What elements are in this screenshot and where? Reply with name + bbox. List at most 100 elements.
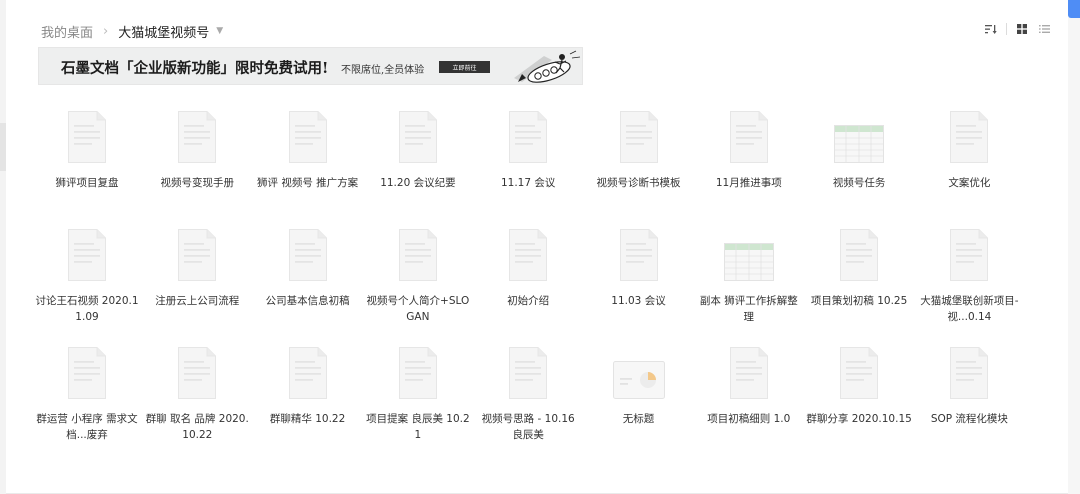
- file-item[interactable]: 视频号个人简介+SLOGAN: [362, 229, 474, 325]
- file-name: 项目提案 良辰美 10.21: [366, 413, 470, 441]
- document-icon: [141, 347, 253, 403]
- file-name: 副本 狮评工作拆解整理: [699, 295, 798, 323]
- file-name: 公司基本信息初稿: [265, 295, 350, 307]
- file-name: 项目初稿细则 1.0: [707, 413, 791, 425]
- banner-title: 石墨文档「企业版新功能」限时免费试用!: [61, 60, 329, 77]
- spreadsheet-icon: [693, 243, 805, 285]
- file-name: 项目策划初稿 10.25: [810, 295, 908, 307]
- document-icon: [362, 111, 474, 167]
- file-item[interactable]: 大猫城堡联创新项目-视...0.14: [913, 229, 1025, 325]
- file-item[interactable]: 初始介绍: [472, 229, 584, 309]
- document-icon: [31, 111, 143, 167]
- file-name: 11.03 会议: [611, 295, 666, 307]
- document-icon: [693, 347, 805, 403]
- document-icon: [803, 347, 915, 403]
- file-name: 群运营 小程序 需求文档...废弃: [36, 413, 138, 441]
- grid-view-icon[interactable]: [1015, 22, 1029, 36]
- right-scrollbar-track[interactable]: [1068, 0, 1080, 494]
- file-item[interactable]: 11.03 会议: [583, 229, 695, 309]
- spreadsheet-icon: [803, 125, 915, 167]
- file-name: 群聊精华 10.22: [269, 413, 346, 425]
- document-icon: [913, 347, 1025, 403]
- file-item[interactable]: 副本 狮评工作拆解整理: [693, 243, 805, 325]
- file-name: 视频号任务: [832, 177, 886, 189]
- file-item[interactable]: 视频号思路 - 10.16 良辰美: [472, 347, 584, 443]
- document-icon: [472, 347, 584, 403]
- document-icon: [913, 229, 1025, 285]
- document-icon: [31, 229, 143, 285]
- file-item[interactable]: 群聊分享 2020.10.15: [803, 347, 915, 427]
- document-icon: [362, 229, 474, 285]
- file-item[interactable]: 项目提案 良辰美 10.21: [362, 347, 474, 443]
- file-name: 视频号诊断书模板: [596, 177, 681, 189]
- file-name: 群聊 取名 品牌 2020.10.22: [145, 413, 249, 441]
- file-item[interactable]: 文案优化: [913, 111, 1025, 191]
- file-name: 狮评 视频号 推广方案: [257, 177, 359, 189]
- file-name: 无标题: [622, 413, 655, 425]
- file-item[interactable]: 讨论王石视频 2020.11.09: [31, 229, 143, 325]
- document-icon: [472, 229, 584, 285]
- file-item[interactable]: 视频号任务: [803, 125, 915, 191]
- file-name: 大猫城堡联创新项目-视...0.14: [920, 295, 1019, 323]
- breadcrumb: 我的桌面 › 大猫城堡视频号 ▼: [41, 21, 223, 41]
- breadcrumb-current-folder: 大猫城堡视频号: [118, 25, 210, 41]
- document-icon: [141, 111, 253, 167]
- file-name: 视频号个人简介+SLOGAN: [366, 295, 470, 323]
- rocket-illustration-icon: [514, 50, 581, 83]
- document-icon: [141, 229, 253, 285]
- file-name: 视频号思路 - 10.16 良辰美: [481, 413, 575, 441]
- file-item[interactable]: 群聊精华 10.22: [252, 347, 364, 427]
- file-item[interactable]: 注册云上公司流程: [141, 229, 253, 309]
- presentation-icon: [583, 361, 695, 403]
- file-item[interactable]: 群聊 取名 品牌 2020.10.22: [141, 347, 253, 443]
- file-item[interactable]: 11.17 会议: [472, 111, 584, 191]
- file-item[interactable]: 项目策划初稿 10.25: [803, 229, 915, 309]
- sidebar-collapse-handle[interactable]: [0, 123, 6, 171]
- document-icon: [252, 347, 364, 403]
- document-icon: [31, 347, 143, 403]
- file-name: 注册云上公司流程: [155, 295, 240, 307]
- file-item[interactable]: 视频号变现手册: [141, 111, 253, 191]
- file-item[interactable]: 群运营 小程序 需求文档...废弃: [31, 347, 143, 443]
- list-view-icon[interactable]: [1037, 22, 1051, 36]
- file-item[interactable]: 11.20 会议纪要: [362, 111, 474, 191]
- file-name: 11.20 会议纪要: [380, 177, 456, 189]
- file-item[interactable]: 无标题: [583, 361, 695, 427]
- banner-subtitle: 不限席位,全员体验: [341, 65, 425, 76]
- document-icon: [583, 229, 695, 285]
- document-icon: [472, 111, 584, 167]
- toolbar-divider: [1006, 23, 1007, 35]
- file-item[interactable]: 11月推进事项: [693, 111, 805, 191]
- file-name: 初始介绍: [507, 295, 550, 307]
- view-toolbar: [984, 22, 1051, 36]
- promo-banner[interactable]: 石墨文档「企业版新功能」限时免费试用! 不限席位,全员体验 立即前往: [38, 47, 583, 85]
- file-item[interactable]: 项目初稿细则 1.0: [693, 347, 805, 427]
- file-name: 11月推进事项: [715, 177, 782, 189]
- folder-menu-caret-icon[interactable]: ▼: [216, 26, 223, 36]
- document-icon: [693, 111, 805, 167]
- file-name: SOP 流程化模块: [930, 413, 1008, 425]
- file-item[interactable]: 狮评项目复盘: [31, 111, 143, 191]
- document-icon: [803, 229, 915, 285]
- left-sidebar-strip: [0, 0, 6, 494]
- document-icon: [252, 229, 364, 285]
- file-name: 群聊分享 2020.10.15: [806, 413, 912, 425]
- file-item[interactable]: 公司基本信息初稿: [252, 229, 364, 309]
- document-icon: [362, 347, 474, 403]
- file-item[interactable]: SOP 流程化模块: [913, 347, 1025, 427]
- file-item[interactable]: 狮评 视频号 推广方案: [252, 111, 364, 191]
- breadcrumb-root-link[interactable]: 我的桌面: [41, 22, 93, 41]
- banner-cta-button[interactable]: 立即前往: [439, 61, 490, 73]
- corner-tab[interactable]: [1068, 0, 1080, 18]
- file-name: 讨论王石视频 2020.11.09: [35, 295, 139, 323]
- document-icon: [913, 111, 1025, 167]
- file-name: 狮评项目复盘: [55, 177, 119, 189]
- file-item[interactable]: 视频号诊断书模板: [583, 111, 695, 191]
- file-name: 文案优化: [948, 177, 991, 189]
- file-name: 视频号变现手册: [160, 177, 235, 189]
- sort-icon[interactable]: [984, 22, 998, 36]
- breadcrumb-separator: ›: [103, 23, 109, 39]
- document-icon: [252, 111, 364, 167]
- file-name: 11.17 会议: [500, 177, 556, 189]
- document-icon: [583, 111, 695, 167]
